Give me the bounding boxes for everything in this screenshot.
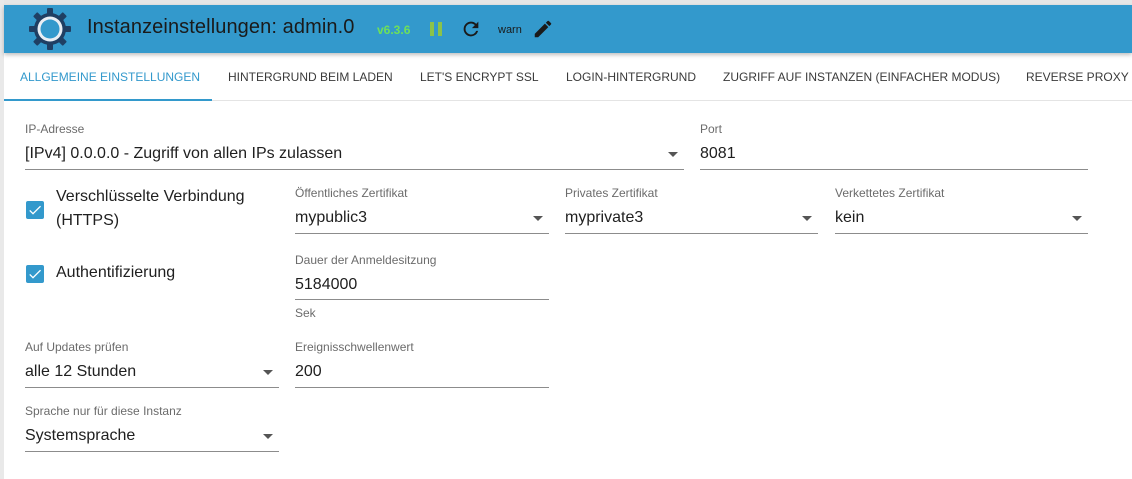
https-label-line2: (HTTPS) xyxy=(56,212,120,229)
chevron-down-icon xyxy=(668,152,678,157)
event-threshold-underline xyxy=(295,387,549,388)
chevron-down-icon xyxy=(1072,216,1082,221)
settings-tabs: Allgemeine Einstellungen Hintergrund bei… xyxy=(4,53,1132,101)
event-threshold-input[interactable]: Ereignisschwellenwert 200 xyxy=(295,340,549,388)
tab-login-hintergrund[interactable]: Login-Hintergrund xyxy=(566,53,696,101)
port-input[interactable]: Port 8081 xyxy=(700,122,1088,170)
instance-logo-icon xyxy=(29,8,71,50)
public-cert-select[interactable]: Öffentliches Zertifikat mypublic3 xyxy=(295,186,549,234)
chevron-down-icon xyxy=(533,216,543,221)
chevron-down-icon xyxy=(802,216,812,221)
ip-address-select[interactable]: IP-Adresse [IPv4] 0.0.0.0 - Zugriff von … xyxy=(25,122,684,170)
app-header: Instanzeinstellungen: admin.0 v6.3.6 war… xyxy=(4,5,1132,53)
update-check-value: alle 12 Stunden xyxy=(25,363,137,380)
port-underline xyxy=(700,169,1088,170)
checkmark-icon xyxy=(29,269,41,279)
session-duration-underline xyxy=(295,299,549,300)
update-check-label: Auf Updates prüfen xyxy=(25,340,129,354)
tab-hintergrund-beim-laden[interactable]: Hintergrund beim Laden xyxy=(228,53,393,101)
https-label-line1: Verschlüsselte Verbindung xyxy=(56,188,245,205)
event-threshold-value: 200 xyxy=(295,363,322,380)
active-tab-indicator xyxy=(4,99,212,101)
https-checkbox[interactable] xyxy=(26,201,44,219)
public-cert-underline xyxy=(295,233,549,234)
port-label: Port xyxy=(700,122,723,136)
authentication-label: Authentifizierung xyxy=(56,264,176,281)
instance-language-label: Sprache nur für diese Instanz xyxy=(25,404,182,418)
session-duration-value: 5184000 xyxy=(295,276,358,293)
chained-cert-value: kein xyxy=(835,209,865,226)
chained-cert-underline xyxy=(835,233,1088,234)
version-badge: v6.3.6 xyxy=(377,23,411,37)
edit-pencil-icon[interactable] xyxy=(532,18,554,40)
port-value: 8081 xyxy=(700,145,736,162)
session-duration-label: Dauer der Anmeldesitzung xyxy=(295,253,437,267)
update-check-select[interactable]: Auf Updates prüfen alle 12 Stunden xyxy=(25,340,279,388)
tab-reverse-proxy[interactable]: Reverse Proxy xyxy=(1026,53,1129,101)
private-cert-label: Privates Zertifikat xyxy=(565,186,658,200)
private-cert-select[interactable]: Privates Zertifikat myprivate3 xyxy=(565,186,818,234)
checkmark-icon xyxy=(29,205,41,215)
session-duration-helper: Sek xyxy=(295,306,316,320)
pause-icon[interactable] xyxy=(428,20,444,38)
instance-language-select[interactable]: Sprache nur für diese Instanz Systemspra… xyxy=(25,404,279,452)
public-cert-value: mypublic3 xyxy=(295,209,368,226)
ip-address-value: [IPv4] 0.0.0.0 - Zugriff von allen IPs z… xyxy=(25,145,343,162)
public-cert-label: Öffentliches Zertifikat xyxy=(295,186,408,200)
ip-address-underline xyxy=(25,169,684,170)
update-check-underline xyxy=(25,387,279,388)
loglevel-label: warn xyxy=(498,24,522,36)
chained-cert-select[interactable]: Verkettetes Zertifikat kein xyxy=(835,186,1088,234)
private-cert-underline xyxy=(565,233,818,234)
chevron-down-icon xyxy=(263,370,273,375)
event-threshold-label: Ereignisschwellenwert xyxy=(295,340,414,354)
tab-allgemeine-einstellungen[interactable]: Allgemeine Einstellungen xyxy=(20,53,200,101)
authentication-checkbox[interactable] xyxy=(26,265,44,283)
tab-zugriff-auf-instanzen[interactable]: Zugriff auf Instanzen (einfacher Modus) xyxy=(723,53,1000,101)
https-label: Verschlüsselte Verbindung (HTTPS) xyxy=(56,185,245,233)
tab-lets-encrypt-ssl[interactable]: Let's Encrypt SSL xyxy=(420,53,539,101)
chained-cert-label: Verkettetes Zertifikat xyxy=(835,186,945,200)
reload-icon[interactable] xyxy=(460,18,482,40)
ip-address-label: IP-Adresse xyxy=(25,122,85,136)
instance-language-value: Systemsprache xyxy=(25,427,136,444)
private-cert-value: myprivate3 xyxy=(565,209,644,226)
chevron-down-icon xyxy=(263,434,273,439)
session-duration-input[interactable]: Dauer der Anmeldesitzung 5184000 Sek xyxy=(295,253,549,323)
instance-language-underline xyxy=(25,451,279,452)
page-title: Instanzeinstellungen: admin.0 xyxy=(87,16,355,38)
